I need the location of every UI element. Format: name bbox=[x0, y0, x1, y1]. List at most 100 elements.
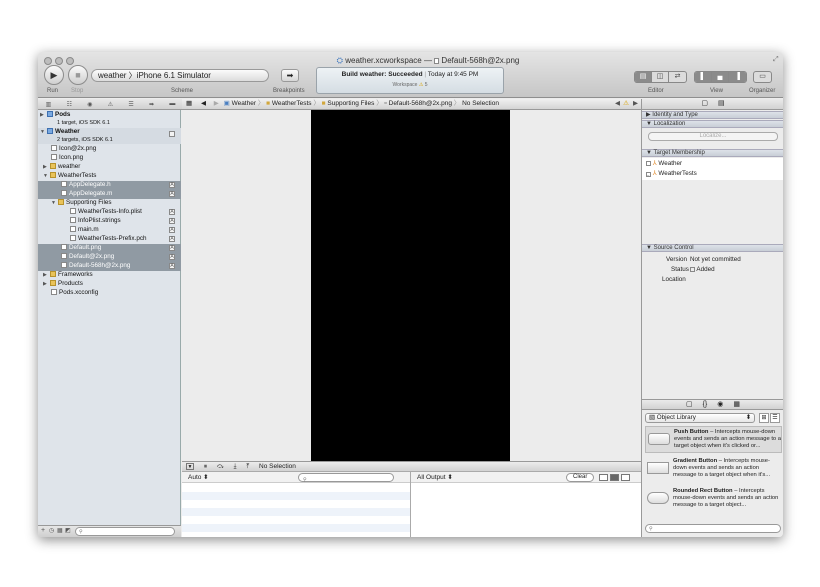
show-both-icon[interactable] bbox=[610, 474, 619, 481]
disclosure-closed-icon[interactable]: ▶ bbox=[40, 112, 47, 119]
localization-header[interactable]: ▼ Localization bbox=[642, 120, 783, 128]
localize-button[interactable]: Localize... bbox=[648, 132, 778, 141]
utilities-toggle-icon[interactable]: ▐ bbox=[729, 72, 746, 82]
breadcrumb-supporting-files[interactable]: ■ Supporting Files bbox=[322, 100, 375, 107]
back-icon[interactable]: ◀ bbox=[198, 100, 209, 107]
symbol-navigator-icon[interactable]: ☷ bbox=[67, 101, 72, 108]
library-filter-input[interactable]: ⚲ bbox=[645, 524, 781, 533]
media-library-icon[interactable]: ▦ bbox=[733, 400, 740, 409]
stop-button[interactable]: ■ bbox=[68, 65, 88, 85]
nav-file-appdelegate-h[interactable]: AppDelegate.h A bbox=[38, 181, 181, 190]
assistant-editor-icon[interactable]: ◫ bbox=[652, 72, 669, 82]
organizer-button[interactable]: ▭ bbox=[753, 71, 772, 83]
nav-file-appdelegate-m[interactable]: AppDelegate.m A bbox=[38, 190, 181, 199]
nav-file-icon2x[interactable]: Icon@2x.png bbox=[38, 145, 181, 154]
library-item-rounded-rect-button[interactable]: Rounded Rect Button – Intercepts mouse-d… bbox=[645, 486, 782, 513]
recent-files-icon[interactable]: ◷ bbox=[49, 527, 54, 534]
disclosure-open-icon[interactable]: ▼ bbox=[51, 199, 58, 208]
scm-files-icon[interactable]: ◩ bbox=[65, 527, 71, 534]
run-button[interactable]: ▶ bbox=[44, 65, 64, 85]
nav-file-infoplist-strings[interactable]: InfoPlist.strings A bbox=[38, 217, 181, 226]
nav-group-supporting-files[interactable]: ▼ Supporting Files bbox=[38, 199, 181, 208]
issue-warning-icon[interactable]: ⚠ bbox=[623, 99, 629, 109]
fullscreen-icon[interactable]: ⤢ bbox=[773, 56, 779, 64]
next-issue-icon[interactable]: ▶ bbox=[633, 99, 638, 109]
nav-group-frameworks[interactable]: ▶ Frameworks bbox=[38, 271, 181, 280]
file-template-library-icon[interactable]: ▢ bbox=[686, 400, 693, 409]
disclosure-closed-icon[interactable]: ▶ bbox=[43, 280, 50, 289]
debug-area-toggle-icon[interactable]: ▄ bbox=[712, 72, 729, 82]
related-items-icon[interactable]: ▦ bbox=[182, 100, 196, 107]
breadcrumb-weather[interactable]: ▣ Weather bbox=[224, 100, 256, 107]
pause-icon[interactable]: ⏸ bbox=[200, 463, 211, 470]
source-control-header[interactable]: ▼ Source Control bbox=[642, 244, 783, 252]
breakpoints-button[interactable]: ➡ bbox=[281, 69, 299, 82]
nav-file-main-m[interactable]: main.m A bbox=[38, 226, 181, 235]
target-checkbox[interactable]: – bbox=[646, 172, 651, 177]
debug-navigator-icon[interactable]: ☰ bbox=[128, 101, 133, 108]
nav-file-default568h-png[interactable]: Default-568h@2x.png A bbox=[38, 262, 181, 271]
navigator-filter-input[interactable]: ⚲ bbox=[75, 527, 175, 536]
nav-project-pods[interactable]: ▶ Pods 1 target, iOS SDK 6.1 bbox=[38, 111, 181, 127]
breadcrumb-file[interactable]: ▫ Default-568h@2x.png bbox=[385, 100, 452, 107]
nav-file-default2x-png[interactable]: Default@2x.png A bbox=[38, 253, 181, 262]
disclosure-open-icon[interactable]: ▼ bbox=[43, 172, 50, 181]
all-output-selector[interactable]: All Output ⬍ bbox=[417, 474, 453, 481]
nav-file-prefix-pch[interactable]: WeatherTests-Prefix.pch A bbox=[38, 235, 181, 244]
disclosure-closed-icon[interactable]: ▶ bbox=[43, 163, 50, 172]
breadcrumb-weathertests[interactable]: ■ WeatherTests bbox=[266, 100, 311, 107]
version-editor-icon[interactable]: ⇄ bbox=[669, 72, 686, 82]
disclosure-open-icon[interactable]: ▼ bbox=[40, 129, 47, 136]
identity-and-type-header[interactable]: ▶ Identity and Type bbox=[642, 111, 783, 119]
clear-button[interactable]: Clear bbox=[566, 473, 595, 482]
minimize-window-button[interactable] bbox=[55, 57, 63, 65]
nav-file-icon[interactable]: Icon.png bbox=[38, 154, 181, 163]
nav-file-info-plist[interactable]: WeatherTests-Info.plist A bbox=[38, 208, 181, 217]
scheme-selector[interactable]: weather 〉iPhone 6.1 Simulator bbox=[91, 69, 269, 82]
target-checkbox[interactable] bbox=[646, 161, 651, 166]
hide-debug-area-icon[interactable]: ▼ bbox=[186, 463, 194, 470]
list-view-icon[interactable]: ☰ bbox=[770, 413, 780, 423]
quick-help-icon[interactable]: ▤ bbox=[718, 99, 725, 109]
previous-issue-icon[interactable]: ◀ bbox=[615, 99, 620, 109]
step-over-icon[interactable]: ⤼ bbox=[213, 463, 228, 470]
forward-icon[interactable]: ▶ bbox=[211, 100, 222, 107]
show-variables-only-icon[interactable] bbox=[599, 474, 608, 481]
variables-search-input[interactable]: ⚲ bbox=[298, 473, 394, 483]
step-into-icon[interactable]: ⤓ bbox=[230, 463, 241, 470]
issue-navigator-icon[interactable]: ⚠ bbox=[108, 101, 113, 108]
warning-count[interactable]: 5 bbox=[425, 82, 428, 88]
code-snippet-library-icon[interactable]: {} bbox=[703, 400, 708, 409]
library-selector[interactable]: ▧ Object Library ⬍ bbox=[645, 413, 755, 423]
nav-group-products[interactable]: ▶ Products bbox=[38, 280, 181, 289]
nav-group-weather[interactable]: ▶ weather bbox=[38, 163, 181, 172]
nav-group-weathertests[interactable]: ▼ WeatherTests bbox=[38, 172, 181, 181]
library-item-gradient-button[interactable]: Gradient Button – Intercepts mouse-down … bbox=[645, 456, 782, 483]
file-inspector-icon[interactable]: ▢ bbox=[701, 99, 708, 109]
add-file-icon[interactable]: + bbox=[41, 527, 45, 534]
nav-file-default-png[interactable]: Default.png A bbox=[38, 244, 181, 253]
step-out-icon[interactable]: ⤒ bbox=[242, 463, 253, 470]
zoom-window-button[interactable] bbox=[66, 57, 74, 65]
disclosure-closed-icon[interactable]: ▶ bbox=[43, 271, 50, 280]
library-item-push-button[interactable]: Push Button – Intercepts mouse-down even… bbox=[645, 426, 782, 453]
show-console-only-icon[interactable] bbox=[621, 474, 630, 481]
search-navigator-icon[interactable]: ◉ bbox=[87, 101, 92, 108]
object-library-icon[interactable]: ◉ bbox=[717, 400, 723, 409]
nav-file-pods-xcconfig[interactable]: Pods.xcconfig bbox=[38, 289, 181, 298]
target-row-weathertests[interactable]: – ⅄ WeatherTests bbox=[646, 170, 697, 177]
unsaved-files-icon[interactable]: ▦ bbox=[57, 527, 63, 534]
auto-selector[interactable]: Auto ⬍ bbox=[188, 474, 209, 481]
navigator-toggle-icon[interactable]: ▌ bbox=[695, 72, 712, 82]
breadcrumb-selection[interactable]: No Selection bbox=[462, 100, 499, 107]
project-navigator-icon[interactable]: ▥ bbox=[46, 101, 52, 108]
standard-editor-icon[interactable]: ▤ bbox=[635, 72, 652, 82]
nav-project-weather[interactable]: ▼ Weather 2 targets, iOS SDK 6.1 bbox=[38, 128, 181, 144]
target-row-weather[interactable]: ⅄ Weather bbox=[646, 160, 682, 167]
close-window-button[interactable] bbox=[44, 57, 52, 65]
icon-view-icon[interactable]: ⊞ bbox=[759, 413, 769, 423]
log-navigator-icon[interactable]: ▬ bbox=[169, 101, 175, 107]
editor-segmented-control[interactable]: ▤ ◫ ⇄ bbox=[634, 71, 687, 83]
view-segmented-control[interactable]: ▌ ▄ ▐ bbox=[694, 71, 747, 83]
breakpoint-navigator-icon[interactable]: ➡ bbox=[149, 101, 154, 108]
